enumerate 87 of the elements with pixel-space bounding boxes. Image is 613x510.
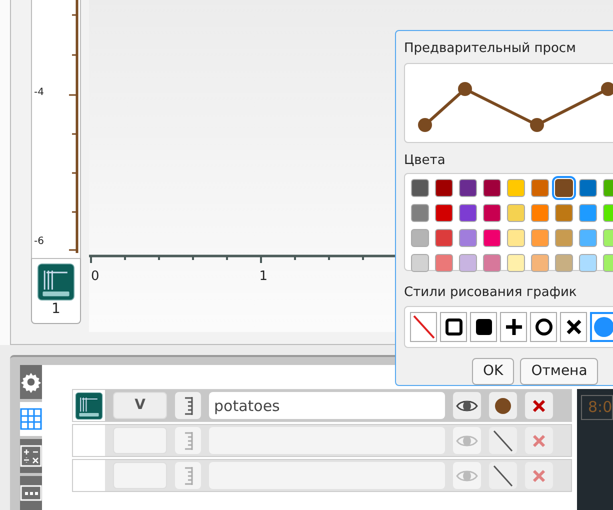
- marker-style-button[interactable]: [530, 312, 557, 342]
- style-button[interactable]: [489, 462, 517, 489]
- scale-button[interactable]: [175, 392, 201, 419]
- color-swatch[interactable]: [531, 204, 549, 222]
- dialog-title: Предварительный просм: [404, 40, 577, 58]
- unit-button[interactable]: V: [113, 392, 167, 419]
- marker-style-button[interactable]: [500, 312, 527, 342]
- ruler-icon: [182, 430, 194, 450]
- filled-square-icon: [474, 318, 492, 336]
- marker-style-button[interactable]: [410, 312, 437, 342]
- color-swatch[interactable]: [507, 204, 525, 222]
- side-tab[interactable]: [20, 476, 42, 510]
- ruler-icon: [182, 396, 194, 416]
- color-swatch[interactable]: [483, 204, 501, 222]
- color-swatch[interactable]: [579, 179, 597, 197]
- ruler-icon: [182, 466, 194, 486]
- delete-button[interactable]: [525, 427, 553, 454]
- color-swatch[interactable]: [411, 179, 429, 197]
- marker-style-button[interactable]: [560, 312, 587, 342]
- name-field[interactable]: potatoes: [209, 392, 445, 419]
- dialog-button[interactable]: OK: [472, 358, 514, 384]
- side-tab[interactable]: [20, 365, 42, 399]
- sensor-icon: [37, 263, 75, 301]
- delete-button[interactable]: [525, 462, 553, 489]
- axis-label: 1: [259, 270, 268, 283]
- color-swatch[interactable]: [483, 179, 501, 197]
- color-swatch[interactable]: [483, 254, 501, 272]
- color-swatch[interactable]: [531, 254, 549, 272]
- color-swatch[interactable]: [459, 179, 477, 197]
- visibility-button[interactable]: [453, 392, 481, 419]
- color-swatch[interactable]: [555, 254, 573, 272]
- axis-label: -6: [34, 237, 44, 247]
- circle-icon: [534, 318, 552, 336]
- eye-icon: [456, 468, 478, 482]
- marker-style-button[interactable]: [590, 312, 613, 342]
- no-marker-icon: [492, 464, 514, 488]
- color-swatch[interactable]: [435, 204, 453, 222]
- color-swatch[interactable]: [507, 254, 525, 272]
- axis-label: -4: [34, 88, 44, 98]
- plus-icon: [504, 318, 522, 336]
- color-swatch[interactable]: [531, 229, 549, 247]
- color-swatch[interactable]: [459, 254, 477, 272]
- section-title: Стили рисования график: [404, 284, 578, 302]
- side-tab[interactable]: [20, 402, 42, 436]
- color-swatch[interactable]: [459, 229, 477, 247]
- color-swatch[interactable]: [507, 179, 525, 197]
- sensor-slot[interactable]: [73, 390, 105, 421]
- sensor-icon: [75, 392, 103, 420]
- color-swatch[interactable]: [435, 229, 453, 247]
- color-swatch[interactable]: [579, 229, 597, 247]
- section-title: Цвета: [404, 152, 446, 170]
- marker-style-button[interactable]: [470, 312, 497, 342]
- side-tab[interactable]: [20, 439, 42, 473]
- close-icon: [532, 468, 546, 482]
- no-marker-icon: [492, 428, 514, 452]
- eye-icon: [456, 434, 478, 448]
- dialog-button[interactable]: Отмена: [520, 358, 598, 384]
- color-swatch[interactable]: [531, 179, 549, 197]
- sensor-tile[interactable]: 1: [31, 258, 81, 324]
- delete-button[interactable]: [525, 392, 553, 419]
- style-button[interactable]: [489, 392, 517, 419]
- color-swatch[interactable]: [435, 254, 453, 272]
- color-swatch[interactable]: [411, 204, 429, 222]
- readout-display: 8:0: [581, 395, 613, 420]
- axis-label: 0: [91, 270, 100, 283]
- no-marker-icon: [412, 314, 436, 340]
- color-swatch[interactable]: [411, 254, 429, 272]
- color-swatch[interactable]: [555, 204, 573, 222]
- style-button[interactable]: [489, 427, 517, 454]
- close-icon: [532, 434, 546, 448]
- color-swatch[interactable]: [411, 229, 429, 247]
- color-swatch[interactable]: [579, 254, 597, 272]
- color-swatch[interactable]: [435, 179, 453, 197]
- cross-icon: [566, 318, 582, 334]
- eye-icon: [456, 398, 478, 412]
- color-swatch[interactable]: [555, 229, 573, 247]
- color-swatch[interactable]: [459, 204, 477, 222]
- color-swatch[interactable]: [555, 179, 573, 197]
- color-swatch[interactable]: [483, 229, 501, 247]
- sensor-number: 1: [52, 301, 60, 318]
- color-swatch[interactable]: [507, 229, 525, 247]
- grid-icon: [20, 408, 42, 430]
- dot-icon: [495, 398, 511, 414]
- close-icon: [532, 398, 546, 412]
- square-icon: [444, 318, 462, 336]
- marker-style-button[interactable]: [440, 312, 467, 342]
- color-swatch[interactable]: [579, 204, 597, 222]
